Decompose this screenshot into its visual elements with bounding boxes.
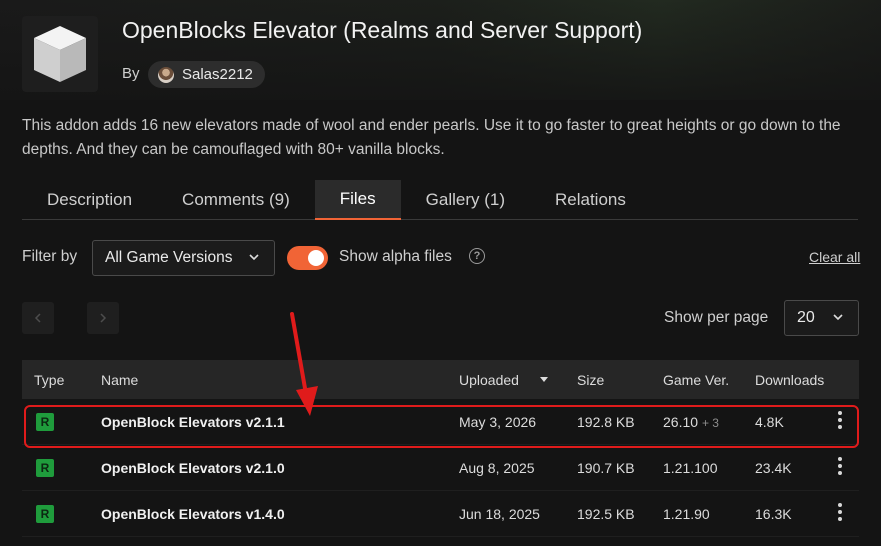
tab-files[interactable]: Files bbox=[314, 180, 401, 220]
per-page-label: Show per page bbox=[664, 309, 769, 326]
cube-icon bbox=[34, 26, 86, 82]
prev-page-button[interactable] bbox=[22, 302, 54, 334]
game-ver-value: 26.10 bbox=[663, 414, 699, 430]
chevron-left-icon bbox=[34, 313, 41, 323]
file-size: 190.7 KB bbox=[577, 460, 635, 476]
header-name[interactable]: Name bbox=[101, 372, 138, 388]
game-version-value: All Game Versions bbox=[105, 249, 233, 266]
file-downloads: 4.8K bbox=[755, 414, 784, 430]
show-alpha-label: Show alpha files bbox=[339, 248, 452, 265]
toggle-knob bbox=[308, 250, 324, 266]
header-type: Type bbox=[34, 372, 65, 388]
more-options-icon[interactable] bbox=[836, 457, 844, 479]
file-uploaded: May 3, 2026 bbox=[459, 414, 537, 430]
clear-all-link[interactable]: Clear all bbox=[809, 249, 860, 265]
header-uploaded[interactable]: Uploaded bbox=[459, 372, 519, 388]
per-page-select[interactable]: 20 bbox=[784, 300, 859, 336]
game-version-select[interactable]: All Game Versions bbox=[92, 240, 275, 276]
red-arrow-annotation bbox=[290, 312, 318, 416]
file-game-ver: 26.10 + 3 bbox=[663, 414, 719, 430]
per-page-value: 20 bbox=[797, 309, 815, 326]
chevron-down-icon bbox=[833, 314, 843, 321]
tab-gallery[interactable]: Gallery (1) bbox=[401, 180, 530, 219]
table-row[interactable]: R OpenBlock Elevators v2.1.1 May 3, 2026… bbox=[22, 399, 859, 445]
file-uploaded: Aug 8, 2025 bbox=[459, 460, 535, 476]
help-icon[interactable]: ? bbox=[469, 248, 485, 264]
release-badge: R bbox=[36, 459, 54, 477]
file-name[interactable]: OpenBlock Elevators v2.1.1 bbox=[101, 414, 285, 430]
file-size: 192.8 KB bbox=[577, 414, 635, 430]
more-options-icon[interactable] bbox=[836, 411, 844, 433]
file-downloads: 23.4K bbox=[755, 460, 792, 476]
table-row[interactable]: R OpenBlock Elevators v2.1.0 Aug 8, 2025… bbox=[22, 445, 859, 491]
author-name: Salas2212 bbox=[182, 66, 253, 83]
filter-by-label: Filter by bbox=[22, 248, 78, 265]
file-name[interactable]: OpenBlock Elevators v2.1.0 bbox=[101, 460, 285, 476]
file-name[interactable]: OpenBlock Elevators v1.4.0 bbox=[101, 506, 285, 522]
file-game-ver: 1.21.90 bbox=[663, 506, 710, 522]
release-badge: R bbox=[36, 413, 54, 431]
sort-down-icon[interactable] bbox=[540, 377, 548, 383]
avatar bbox=[158, 66, 174, 83]
author-link[interactable]: Salas2212 bbox=[148, 61, 265, 88]
game-ver-extra[interactable]: + 3 bbox=[702, 416, 719, 430]
by-label: By bbox=[122, 65, 140, 82]
project-thumbnail bbox=[22, 16, 98, 92]
header-downloads[interactable]: Downloads bbox=[755, 372, 824, 388]
more-options-icon[interactable] bbox=[836, 503, 844, 525]
project-title: OpenBlocks Elevator (Realms and Server S… bbox=[122, 17, 643, 43]
chevron-right-icon bbox=[100, 313, 107, 323]
files-table: Type Name Uploaded Size Game Ver. Downlo… bbox=[22, 360, 859, 537]
tab-comments[interactable]: Comments (9) bbox=[157, 180, 315, 219]
file-game-ver: 1.21.100 bbox=[663, 460, 718, 476]
release-badge: R bbox=[36, 505, 54, 523]
project-tabs: Description Comments (9) Files Gallery (… bbox=[22, 180, 858, 220]
table-header: Type Name Uploaded Size Game Ver. Downlo… bbox=[22, 360, 859, 399]
table-row[interactable]: R OpenBlock Elevators v1.4.0 Jun 18, 202… bbox=[22, 491, 859, 537]
show-alpha-toggle[interactable] bbox=[287, 246, 328, 270]
file-uploaded: Jun 18, 2025 bbox=[459, 506, 540, 522]
header-size[interactable]: Size bbox=[577, 372, 604, 388]
project-header-banner bbox=[0, 0, 881, 100]
chevron-down-icon bbox=[249, 254, 259, 261]
header-game-ver[interactable]: Game Ver. bbox=[663, 372, 729, 388]
project-description: This addon adds 16 new elevators made of… bbox=[22, 117, 841, 158]
next-page-button[interactable] bbox=[87, 302, 119, 334]
tab-description[interactable]: Description bbox=[22, 180, 157, 219]
file-size: 192.5 KB bbox=[577, 506, 635, 522]
tab-relations[interactable]: Relations bbox=[530, 180, 651, 219]
file-downloads: 16.3K bbox=[755, 506, 792, 522]
